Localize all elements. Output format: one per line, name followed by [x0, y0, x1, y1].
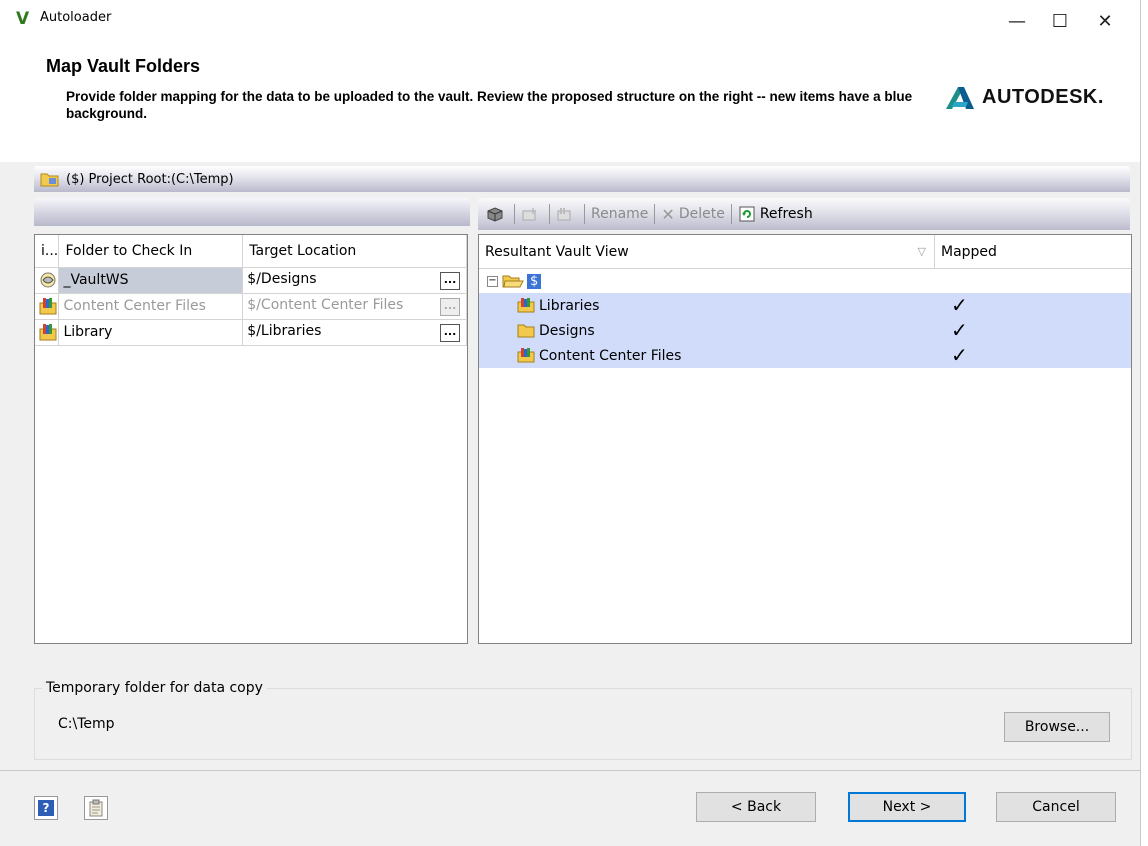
toolbar-separator: [549, 204, 550, 224]
library-folder-icon: [517, 298, 535, 313]
add-folder-icon: [522, 208, 536, 221]
tree-item[interactable]: Libraries ✓: [479, 293, 1131, 318]
add-library-icon: [557, 208, 571, 221]
footer-divider: [0, 770, 1140, 771]
workspace-icon: [35, 267, 60, 294]
project-root-bar: ($) Project Root:(C:\Temp): [34, 166, 1130, 192]
delete-icon: ✕: [661, 204, 675, 224]
log-button[interactable]: [84, 796, 108, 820]
project-root-label: ($) Project Root:(C:\Temp): [66, 171, 234, 187]
vault-root-label[interactable]: $: [527, 273, 542, 289]
table-row[interactable]: Library $/Libraries ...: [35, 319, 467, 346]
browse-target-button[interactable]: ...: [440, 323, 460, 342]
vault-view-toolbar: Rename ✕ Delete Refresh: [478, 198, 1130, 230]
column-header-vault-view-label: Resultant Vault View: [485, 243, 629, 260]
target-cell[interactable]: $/Libraries ...: [242, 319, 467, 346]
vault-app-icon: V: [16, 9, 30, 29]
left-panel-header: [34, 198, 470, 226]
column-header-vault-view[interactable]: Resultant Vault View ▽: [479, 234, 935, 269]
toolbar-separator: [584, 204, 585, 224]
target-cell[interactable]: $/Content Center Files ...: [242, 293, 467, 320]
library-folder-icon: [517, 348, 535, 363]
autodesk-logo: AUTODESK.: [944, 82, 1104, 112]
table-row[interactable]: _VaultWS $/Designs ...: [35, 267, 467, 294]
window-edge: [1140, 0, 1148, 846]
browse-button[interactable]: Browse...: [1004, 712, 1110, 742]
tree-item-label: Designs: [539, 322, 595, 339]
open-folder-icon: [502, 275, 524, 288]
logo-text: AUTODESK.: [982, 85, 1104, 108]
toolbar-separator: [654, 204, 656, 224]
tree-header: Resultant Vault View ▽ Mapped: [479, 234, 1131, 269]
maximize-icon[interactable]: ☐: [1037, 6, 1083, 38]
browse-target-button[interactable]: ...: [440, 271, 460, 290]
minimize-icon[interactable]: —: [994, 6, 1040, 38]
page-description: Provide folder mapping for the data to b…: [66, 89, 913, 121]
wizard-header: Map Vault Folders Provide folder mapping…: [0, 52, 1140, 162]
temp-folder-path: C:\Temp: [58, 716, 115, 732]
temp-folder-group: [34, 688, 1132, 760]
column-header-mapped[interactable]: Mapped: [935, 244, 997, 260]
column-header-icon[interactable]: i...: [35, 235, 60, 268]
folder-cell[interactable]: Library: [58, 319, 244, 346]
vault-cube-icon: [487, 207, 503, 222]
folder-mapping-grid: i... Folder to Check In Target Location …: [34, 234, 468, 644]
tree-item[interactable]: Content Center Files ✓: [479, 343, 1131, 368]
autodesk-logo-icon: [946, 87, 974, 109]
collapse-icon[interactable]: −: [487, 275, 498, 287]
vault-view-tree: Resultant Vault View ▽ Mapped − $ Librar…: [478, 234, 1132, 644]
target-cell[interactable]: $/Designs ...: [242, 267, 467, 294]
temp-folder-label: Temporary folder for data copy: [42, 680, 267, 696]
next-button[interactable]: Next >: [848, 792, 966, 822]
help-icon: ?: [38, 800, 54, 816]
delete-label: Delete: [678, 206, 725, 222]
mapped-check-icon: ✓: [951, 318, 968, 342]
help-button[interactable]: ?: [34, 796, 58, 820]
rename-button[interactable]: Rename: [591, 206, 648, 222]
add-library-button[interactable]: [556, 206, 578, 222]
title-bar: V Autoloader — ☐ ✕: [0, 0, 1148, 52]
library-folder-icon: [35, 293, 60, 320]
column-header-target[interactable]: Target Location: [242, 235, 467, 268]
folder-cell[interactable]: Content Center Files: [58, 293, 244, 320]
page-title: Map Vault Folders: [46, 56, 201, 76]
project-folder-icon: [40, 173, 59, 187]
sort-arrow-icon: ▽: [917, 244, 926, 258]
delete-button[interactable]: ✕ Delete: [661, 205, 724, 224]
refresh-icon: [739, 206, 755, 222]
clipboard-icon: [89, 799, 103, 817]
mapped-check-icon: ✓: [951, 293, 968, 317]
folder-icon: [517, 324, 535, 338]
folder-cell[interactable]: _VaultWS: [58, 267, 244, 294]
table-row[interactable]: Content Center Files $/Content Center Fi…: [35, 293, 467, 320]
toolbar-separator: [514, 204, 515, 224]
close-icon[interactable]: ✕: [1082, 6, 1128, 38]
toolbar-separator: [730, 204, 732, 224]
target-location: $/Libraries: [247, 322, 322, 339]
autoloader-window: V Autoloader — ☐ ✕ Map Vault Folders Pro…: [0, 0, 1148, 846]
tree-item[interactable]: Designs ✓: [479, 318, 1131, 343]
new-folder-button[interactable]: [486, 206, 508, 222]
window-title: Autoloader: [40, 10, 112, 25]
add-folder-button[interactable]: [521, 206, 543, 222]
column-header-folder[interactable]: Folder to Check In: [58, 235, 244, 268]
target-location: $/Content Center Files: [247, 296, 404, 313]
tree-root[interactable]: − $: [479, 269, 1131, 293]
tree-item-label: Content Center Files: [539, 347, 682, 364]
cancel-button[interactable]: Cancel: [996, 792, 1116, 822]
target-location: $/Designs: [247, 270, 317, 287]
refresh-label: Refresh: [759, 206, 813, 222]
library-folder-icon: [35, 319, 60, 346]
mapped-check-icon: ✓: [951, 343, 968, 367]
tree-item-label: Libraries: [539, 297, 600, 314]
browse-target-button: ...: [440, 297, 460, 316]
refresh-button[interactable]: Refresh: [738, 206, 813, 222]
back-button[interactable]: < Back: [696, 792, 816, 822]
